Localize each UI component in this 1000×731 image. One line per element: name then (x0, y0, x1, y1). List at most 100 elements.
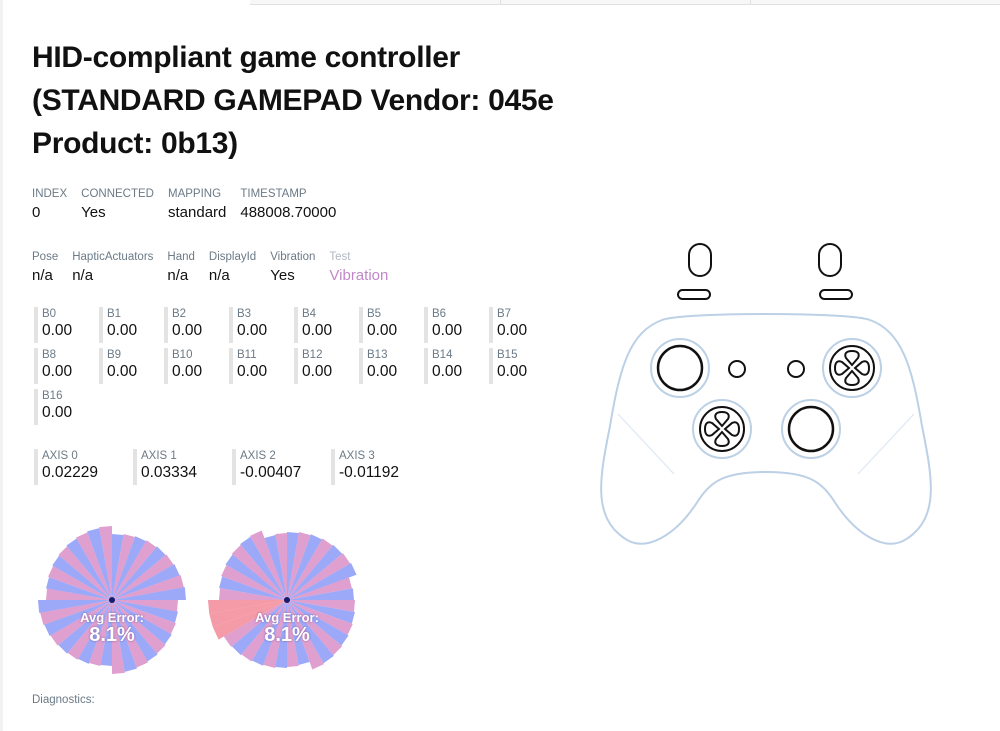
avg-error-value: 8.1% (264, 624, 310, 646)
gamepad-extension-row: Pose n/a HapticActuators n/a Hand n/a Di… (32, 250, 402, 286)
right-stick-icon (781, 399, 841, 459)
button-cell: B3 0.00 (229, 307, 294, 343)
button-label: B8 (42, 349, 57, 361)
button-label: B1 (107, 308, 122, 320)
info-hand: Hand n/a (167, 250, 195, 286)
info-label: MAPPING (168, 188, 222, 200)
button-cell: B8 0.00 (34, 348, 99, 384)
tab-divider (750, 0, 752, 4)
left-bumper-icon (677, 289, 711, 300)
button-cell: B11 0.00 (229, 348, 294, 384)
info-label: HapticActuators (72, 251, 154, 263)
axis-cell: AXIS 1 0.03334 (133, 449, 228, 485)
axis-cell: AXIS 2 -0.00407 (232, 449, 327, 485)
button-label: B3 (237, 308, 252, 320)
info-value: 488008.70000 (240, 204, 337, 221)
axis-value: 0.02229 (42, 464, 99, 481)
axis-label: AXIS 2 (240, 450, 276, 462)
info-timestamp: TIMESTAMP 488008.70000 (240, 187, 336, 223)
button-cell: B1 0.00 (99, 307, 164, 343)
button-label: B7 (497, 308, 512, 320)
button-value: 0.00 (172, 363, 203, 380)
button-grid: B0 0.00 B1 0.00 B2 0.00 B3 0.00 B4 0.00 B5 0.0… (34, 307, 554, 425)
button-value: 0.00 (42, 404, 73, 421)
right-trigger-icon (818, 243, 842, 277)
axis-label: AXIS 0 (42, 450, 78, 462)
button-cell: B12 0.00 (294, 348, 359, 384)
button-value: 0.00 (497, 322, 528, 339)
left-stick-icon (650, 338, 710, 398)
stick-position-dot (284, 597, 290, 603)
button-label: B0 (42, 308, 57, 320)
info-label: INDEX (32, 188, 68, 200)
button-value: 0.00 (302, 363, 333, 380)
left-edge (0, 0, 3, 731)
button-cell: B0 0.00 (34, 307, 99, 343)
button-label: B10 (172, 349, 193, 361)
info-pose: Pose n/a (32, 250, 58, 286)
button-cell: B9 0.00 (99, 348, 164, 384)
left-trigger-icon (688, 243, 712, 277)
avg-error-label: Avg Error: (80, 610, 144, 625)
info-value: n/a (72, 267, 94, 284)
button-cell: B2 0.00 (164, 307, 229, 343)
info-label: Pose (32, 251, 59, 263)
info-label: DisplayId (208, 251, 257, 263)
info-haptic-actuators: HapticActuators n/a (72, 250, 153, 286)
avg-error-label: Avg Error: (255, 610, 319, 625)
button-label: B4 (302, 308, 317, 320)
diagnostics-label: Diagnostics: (32, 694, 95, 706)
button-label: B13 (367, 349, 388, 361)
info-label: Hand (167, 251, 195, 263)
gamepad-info-row: INDEX 0 CONNECTED Yes MAPPING standard T… (32, 187, 350, 223)
button-cell: B13 0.00 (359, 348, 424, 384)
axis-cell: AXIS 0 0.02229 (34, 449, 129, 485)
info-label: CONNECTED (81, 188, 154, 200)
button-value: 0.00 (367, 322, 398, 339)
axes-row: AXIS 0 0.02229 AXIS 1 0.03334 AXIS 2 -0.004… (34, 449, 430, 485)
info-value: standard (168, 204, 227, 221)
test-vibration[interactable]: Test Vibration (329, 250, 388, 286)
info-label: TIMESTAMP (240, 188, 307, 200)
button-cell: B4 0.00 (294, 307, 359, 343)
info-value: Yes (270, 267, 295, 284)
info-display-id: DisplayId n/a (209, 250, 256, 286)
button-value: 0.00 (237, 322, 268, 339)
dpad-icon (692, 399, 752, 459)
button-label: B16 (42, 390, 63, 402)
button-label: B12 (302, 349, 323, 361)
stick-position-dot (109, 597, 115, 603)
info-value: Yes (81, 204, 106, 221)
button-label: B9 (107, 349, 122, 361)
axis-label: AXIS 1 (141, 450, 177, 462)
info-label: Test (329, 251, 351, 263)
button-cell: B14 0.00 (424, 348, 489, 384)
info-value: n/a (208, 267, 230, 284)
grip-line-right (857, 413, 915, 475)
button-cell: B10 0.00 (164, 348, 229, 384)
axis-value: 0.03334 (141, 464, 198, 481)
axis-value: -0.01192 (339, 464, 400, 481)
tab-divider (500, 0, 502, 4)
test-vibration-link[interactable]: Vibration (329, 266, 388, 286)
stick-wedges (208, 530, 357, 670)
avg-error-value: 8.1% (89, 624, 135, 646)
axis-value: -0.00407 (240, 464, 302, 481)
top-tab-strip (250, 0, 1000, 5)
info-value: n/a (32, 267, 53, 284)
info-value: n/a (167, 267, 189, 284)
button-cell: B16 0.00 (34, 389, 99, 425)
button-cell: B5 0.00 (359, 307, 424, 343)
button-value: 0.00 (42, 363, 73, 380)
axis-cell: AXIS 3 -0.01192 (331, 449, 426, 485)
info-index: INDEX 0 (32, 187, 67, 223)
button-value: 0.00 (302, 322, 333, 339)
right-stick-plot (208, 530, 357, 670)
left-stick-circularity: Avg Error: 8.1% (32, 520, 192, 680)
button-cell: B7 0.00 (489, 307, 554, 343)
info-connected: CONNECTED Yes (81, 187, 154, 223)
button-value: 0.00 (107, 322, 138, 339)
right-stick-circularity: Avg Error: 8.1% (207, 520, 367, 680)
button-label: B5 (367, 308, 382, 320)
face-buttons-icon (822, 338, 882, 398)
